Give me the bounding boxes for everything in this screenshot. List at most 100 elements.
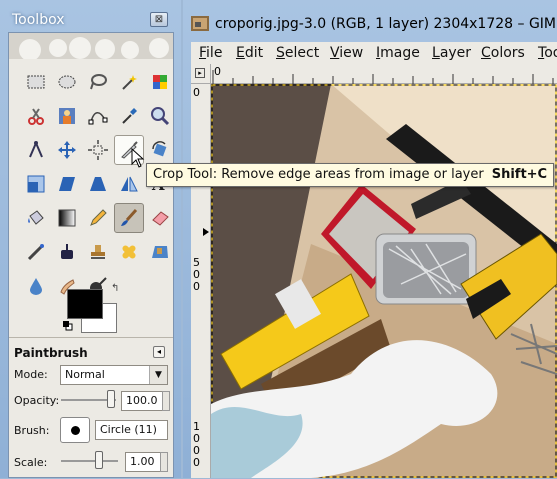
eyedropper-icon <box>122 108 137 124</box>
mouse-cursor-icon <box>131 148 145 168</box>
menu-layer[interactable]: Layer <box>432 45 471 61</box>
menu-layer-mnemonic: L <box>432 45 440 61</box>
tool-options-panel: Paintbrush ◂ Mode: Normal ▼ Opacity: 100… <box>9 337 173 479</box>
image-window: croporig.jpg-3.0 (RGB, 1 layer) 2304x172… <box>183 0 557 478</box>
flip-tool[interactable] <box>114 169 144 199</box>
airbrush-tool[interactable] <box>21 237 51 267</box>
bucket-fill-tool[interactable] <box>21 203 51 233</box>
mode-value: Normal <box>65 368 105 381</box>
toolbox-title: Toolbox <box>12 12 65 28</box>
menu-select-mnemonic: S <box>276 45 285 61</box>
vruler-origin-label: 0 <box>193 86 200 99</box>
rotate-icon <box>152 141 167 157</box>
scale-spin-button[interactable] <box>160 452 168 472</box>
perspective-icon <box>90 177 106 191</box>
water-drop-icon <box>30 278 42 295</box>
menu-image-rest: mage <box>380 45 420 61</box>
vertical-ruler[interactable]: 0 5 0 0 1 0 0 0 <box>191 84 211 478</box>
ellipse-select-icon <box>58 75 76 89</box>
scale-field[interactable]: 1.00 <box>125 452 161 472</box>
menu-file-rest: ile <box>206 45 223 61</box>
move-arrows-icon <box>58 141 76 159</box>
paths-tool[interactable] <box>83 101 113 131</box>
hruler-ticks <box>212 70 554 84</box>
stamp-icon <box>91 245 105 259</box>
flip-icon <box>121 176 138 192</box>
pencil-tool[interactable] <box>83 203 113 233</box>
rect-select-tool[interactable] <box>21 67 51 97</box>
menu-edit[interactable]: Edit <box>236 45 263 61</box>
paths-icon <box>88 112 108 125</box>
menu-view-mnemonic: V <box>330 45 340 61</box>
menu-file[interactable]: File <box>199 45 222 61</box>
align-tool[interactable] <box>83 135 113 165</box>
brush-preview-button[interactable] <box>60 417 90 443</box>
menu-tools-rest: oo <box>544 45 557 61</box>
toolbox-client: A <box>8 32 174 478</box>
vruler-label-0e: 0 <box>193 456 200 469</box>
tooltip-shortcut: Shift+C <box>491 167 548 182</box>
wilber-drop-area[interactable] <box>9 33 173 59</box>
menu-edit-rest: dit <box>244 45 264 61</box>
heal-tool[interactable] <box>114 237 144 267</box>
paintbrush-tool[interactable] <box>114 203 144 233</box>
menu-view-rest: iew <box>339 45 364 61</box>
opacity-field[interactable]: 100.0 <box>121 391 163 411</box>
measure-tool[interactable] <box>21 135 51 165</box>
opacity-spin-button[interactable] <box>162 391 170 411</box>
ink-tool[interactable] <box>52 237 82 267</box>
quick-mask-corner-button[interactable]: ▸ <box>191 64 211 84</box>
menu-colors[interactable]: Colors <box>481 45 525 61</box>
crop-tool-tooltip: Crop Tool: Remove edge areas from image … <box>146 163 555 187</box>
menu-view[interactable]: View <box>330 45 363 61</box>
opacity-slider-handle[interactable] <box>107 390 115 408</box>
scissors-select-tool[interactable] <box>21 101 51 131</box>
menu-select[interactable]: Select <box>276 45 319 61</box>
brush-name-field[interactable]: Circle (11) <box>95 420 168 440</box>
foreground-select-tool[interactable] <box>52 101 82 131</box>
menubar: File Edit Select View Image Layer Colors… <box>191 42 557 64</box>
toolbox-titlebar[interactable]: Toolbox ⊠ <box>0 0 181 32</box>
blend-tool[interactable] <box>52 203 82 233</box>
options-menu-button[interactable]: ◂ <box>153 346 165 358</box>
menu-tools[interactable]: Too <box>538 45 557 61</box>
menu-select-rest: elect <box>284 45 320 61</box>
mode-select[interactable]: Normal ▼ <box>60 365 168 385</box>
toolbox-window: Toolbox ⊠ ↰ Paintbrush ◂ Mode: Normal ▼ … <box>0 0 181 478</box>
menu-layer-rest: ayer <box>439 45 472 61</box>
align-icon <box>88 140 108 160</box>
blur-sharpen-tool[interactable] <box>21 271 51 301</box>
scale-tool[interactable] <box>21 169 51 199</box>
color-picker-tool[interactable] <box>114 101 144 131</box>
free-select-tool[interactable] <box>83 67 113 97</box>
toolbox-close-button[interactable]: ⊠ <box>150 12 168 27</box>
image-canvas[interactable] <box>211 84 557 478</box>
rotate-tool[interactable] <box>145 135 175 165</box>
opacity-label: Opacity: <box>14 394 60 407</box>
horizontal-ruler[interactable]: 0 <box>211 64 557 84</box>
move-tool[interactable] <box>52 135 82 165</box>
ink-icon <box>61 244 73 259</box>
select-by-color-tool[interactable] <box>145 67 175 97</box>
fuzzy-select-tool[interactable] <box>114 67 144 97</box>
zoom-tool[interactable] <box>145 101 175 131</box>
shear-tool[interactable] <box>52 169 82 199</box>
swap-colors-icon[interactable]: ↰ <box>111 283 123 295</box>
clone-tool[interactable] <box>83 237 113 267</box>
compass-icon <box>29 141 43 158</box>
foreground-color[interactable] <box>67 289 103 319</box>
perspective-tool[interactable] <box>83 169 113 199</box>
ellipse-select-tool[interactable] <box>52 67 82 97</box>
shear-icon <box>59 177 75 191</box>
scale-slider[interactable] <box>61 460 118 462</box>
foreground-select-icon <box>59 108 75 124</box>
scissors-icon <box>28 108 44 125</box>
default-colors-icon[interactable] <box>63 321 73 331</box>
tool-options-title: Paintbrush <box>14 346 88 360</box>
scale-slider-handle[interactable] <box>95 451 103 469</box>
menu-image[interactable]: Image <box>376 45 420 61</box>
image-window-title: croporig.jpg-3.0 (RGB, 1 layer) 2304x172… <box>215 16 557 32</box>
vruler-pointer-icon <box>203 228 209 236</box>
perspective-clone-tool[interactable] <box>145 237 175 267</box>
eraser-tool[interactable] <box>145 203 175 233</box>
